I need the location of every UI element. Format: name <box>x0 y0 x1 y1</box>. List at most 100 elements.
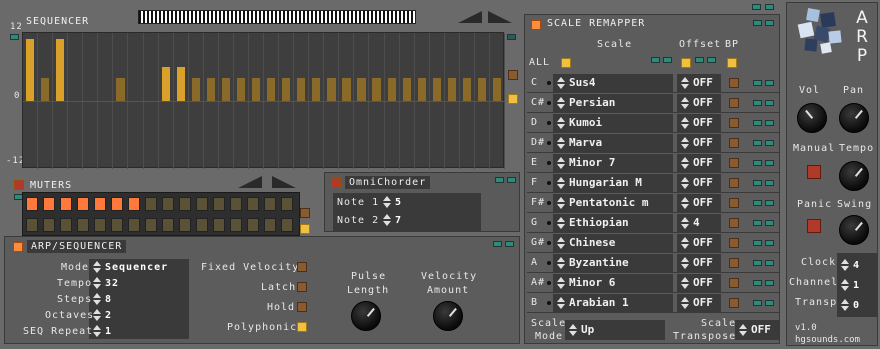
sequencer-bar[interactable] <box>206 78 216 101</box>
muter-toggle[interactable] <box>179 197 191 211</box>
octaves-spinner-icon[interactable] <box>93 309 101 321</box>
scroll-right-arrow-icon[interactable] <box>488 11 512 23</box>
muter-toggle[interactable] <box>196 218 208 232</box>
muter-toggle[interactable] <box>128 197 140 211</box>
tempo-value[interactable]: 32 <box>93 277 119 289</box>
remapper-row-btn-b[interactable] <box>765 160 774 166</box>
remapper-row-btn-b[interactable] <box>765 220 774 226</box>
remapper-scale-spinner-icon[interactable] <box>557 77 565 89</box>
remapper-offset-select[interactable]: OFF <box>677 274 721 292</box>
remapper-scale-spinner-icon[interactable] <box>557 157 565 169</box>
remapper-offset-select[interactable]: OFF <box>677 194 721 212</box>
remapper-bp-toggle[interactable] <box>729 238 739 248</box>
sequencer-bar[interactable] <box>432 78 441 101</box>
remapper-bp-toggle[interactable] <box>729 158 739 168</box>
sequencer-bar[interactable] <box>357 78 366 101</box>
muters-right-arrow-icon[interactable] <box>272 176 296 188</box>
muter-toggle[interactable] <box>179 218 191 232</box>
sequencer-bar[interactable] <box>312 78 321 101</box>
note2-spinner-icon[interactable] <box>383 214 391 226</box>
sequencer-bar[interactable] <box>447 78 457 101</box>
arp-toggle-a[interactable] <box>493 241 502 247</box>
sequencer-bar[interactable] <box>26 38 35 101</box>
muter-toggle[interactable] <box>247 197 259 211</box>
seq-repeat-value[interactable]: 1 <box>93 325 112 337</box>
muter-toggle[interactable] <box>77 197 89 211</box>
arp-led[interactable] <box>13 242 23 252</box>
muter-toggle[interactable] <box>111 218 123 232</box>
hold-toggle[interactable] <box>297 302 307 312</box>
latch-toggle[interactable] <box>297 282 307 292</box>
steps-spinner-icon[interactable] <box>93 293 101 305</box>
sequencer-bar[interactable] <box>327 78 336 101</box>
remapper-bp-toggle[interactable] <box>729 278 739 288</box>
remapper-scale-select[interactable]: Ethiopian <box>553 214 673 232</box>
octaves-value[interactable]: 2 <box>93 309 112 321</box>
remapper-offset-spinner-icon[interactable] <box>681 177 689 189</box>
muter-toggle[interactable] <box>43 197 55 211</box>
sequencer-right-box-a[interactable] <box>508 70 518 80</box>
mode-value[interactable]: Sequencer <box>93 261 168 273</box>
muter-toggle[interactable] <box>26 197 38 211</box>
note2-value[interactable]: 7 <box>383 214 402 226</box>
remapper-row-btn-b[interactable] <box>765 300 774 306</box>
remapper-row-btn-a[interactable] <box>753 280 762 286</box>
remapper-offset-spinner-icon[interactable] <box>681 257 689 269</box>
remapper-offset-select[interactable]: OFF <box>677 174 721 192</box>
remapper-scale-spinner-icon[interactable] <box>557 257 565 269</box>
note1-spinner-icon[interactable] <box>383 196 391 208</box>
muter-toggle[interactable] <box>264 218 276 232</box>
remapper-offset-spinner-icon[interactable] <box>681 297 689 309</box>
mode-spinner-icon[interactable] <box>93 261 101 273</box>
omnichorder-toggle-b[interactable] <box>507 177 516 183</box>
sequencer-bar[interactable] <box>462 78 472 101</box>
muter-toggle[interactable] <box>247 218 259 232</box>
remapper-scale-spinner-icon[interactable] <box>557 197 565 209</box>
muter-toggle[interactable] <box>264 197 276 211</box>
sequencer-bar[interactable] <box>41 78 50 101</box>
tempo-spinner-icon[interactable] <box>93 277 101 289</box>
remapper-scale-spinner-icon[interactable] <box>557 237 565 249</box>
all-offset-btn-b[interactable] <box>707 57 716 63</box>
remapper-scale-select[interactable]: Marva <box>553 134 673 152</box>
sequencer-bar[interactable] <box>342 78 351 101</box>
remapper-scale-spinner-icon[interactable] <box>557 117 565 129</box>
scale-transpose-select[interactable]: OFF <box>735 320 779 340</box>
remapper-offset-spinner-icon[interactable] <box>681 157 689 169</box>
remapper-bp-toggle[interactable] <box>729 258 739 268</box>
remapper-scale-select[interactable]: Persian <box>553 94 673 112</box>
remapper-row-btn-b[interactable] <box>765 80 774 86</box>
muter-toggle[interactable] <box>281 197 293 211</box>
remapper-offset-select[interactable]: OFF <box>677 234 721 252</box>
sequencer-bar[interactable] <box>236 78 246 101</box>
remapper-offset-select[interactable]: OFF <box>677 114 721 132</box>
remapper-scale-select[interactable]: Minor 6 <box>553 274 673 292</box>
clock-value[interactable]: 4 <box>841 259 860 271</box>
remapper-row-btn-a[interactable] <box>753 200 762 206</box>
remapper-led[interactable] <box>531 20 541 30</box>
seq-repeat-spinner-icon[interactable] <box>93 325 101 337</box>
remapper-offset-select[interactable]: OFF <box>677 154 721 172</box>
sequencer-bar[interactable] <box>176 67 185 101</box>
muter-toggle[interactable] <box>281 218 293 232</box>
remapper-row-btn-a[interactable] <box>753 100 762 106</box>
sequencer-bar[interactable] <box>402 78 411 101</box>
scale-mode-select[interactable]: Up <box>565 320 665 340</box>
sequencer-left-toggle[interactable] <box>10 34 19 40</box>
sequencer-bar[interactable] <box>297 78 306 101</box>
remapper-bp-toggle[interactable] <box>729 138 739 148</box>
remapper-bp-toggle[interactable] <box>729 178 739 188</box>
velocity-amount-knob[interactable] <box>433 301 463 331</box>
remapper-row-btn-b[interactable] <box>765 200 774 206</box>
remapper-offset-select[interactable]: OFF <box>677 94 721 112</box>
muter-toggle[interactable] <box>213 197 225 211</box>
remapper-row-btn-b[interactable] <box>765 280 774 286</box>
scale-mode-spinner-icon[interactable] <box>569 324 577 336</box>
muter-toggle[interactable] <box>94 197 106 211</box>
remapper-row-btn-b[interactable] <box>765 180 774 186</box>
piano-keyboard-icon[interactable] <box>138 10 416 24</box>
remapper-scale-spinner-icon[interactable] <box>557 277 565 289</box>
steps-value[interactable]: 8 <box>93 293 112 305</box>
remapper-row-btn-b[interactable] <box>765 260 774 266</box>
sequencer-bar[interactable] <box>221 78 231 101</box>
